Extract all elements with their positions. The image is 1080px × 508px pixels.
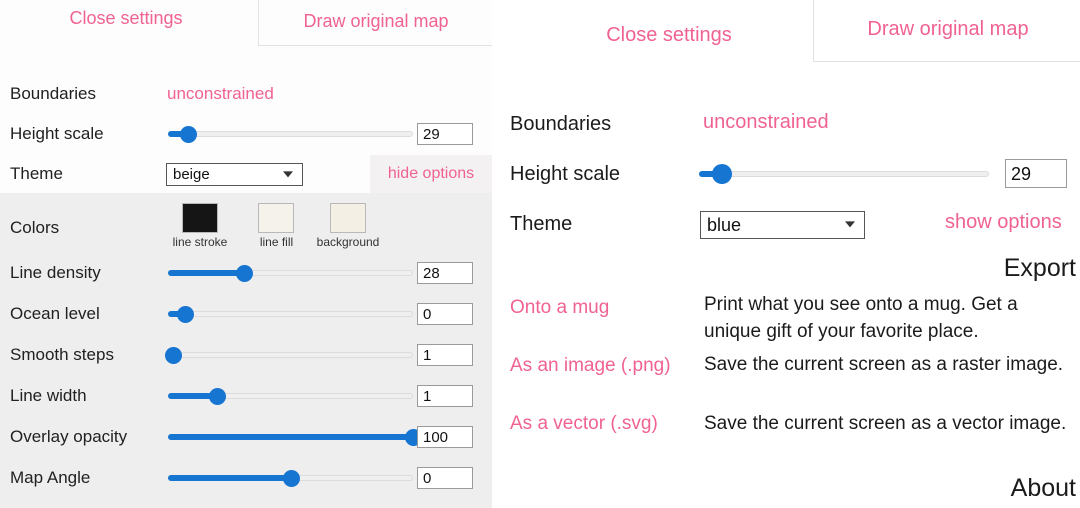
slider-track	[168, 131, 413, 137]
row-map-angle: Map Angle 0	[0, 458, 492, 498]
slider-fill	[168, 475, 291, 481]
slider-thumb[interactable]	[282, 470, 300, 487]
swatch-line-fill-caption: line fill	[259, 235, 294, 249]
left-settings-panel: Close settings Draw original map Boundar…	[0, 0, 492, 508]
row-height-scale-left: Height scale 29	[0, 114, 492, 154]
slider-thumb[interactable]	[209, 388, 226, 405]
smooth-steps-value[interactable]: 1	[417, 344, 473, 366]
swatch-line-fill[interactable]	[258, 203, 294, 233]
line-width-slider[interactable]	[168, 386, 413, 406]
slider-thumb[interactable]	[164, 347, 182, 364]
export-desc-svg: Save the current screen as a vector imag…	[704, 413, 1067, 434]
map-angle-value[interactable]: 0	[417, 467, 473, 489]
smooth-steps-label: Smooth steps	[10, 345, 114, 364]
line-width-label: Line width	[10, 386, 87, 405]
line-density-label: Line density	[10, 263, 101, 282]
height-scale-value-left[interactable]: 29	[417, 123, 473, 145]
slider-fill	[168, 270, 244, 276]
row-line-width: Line width 1	[0, 376, 492, 416]
chevron-down-icon	[283, 170, 293, 177]
swatch-line-stroke-caption: line stroke	[172, 235, 228, 249]
ocean-level-value[interactable]: 0	[417, 303, 473, 325]
slider-track	[699, 171, 989, 177]
line-width-value[interactable]: 1	[417, 385, 473, 407]
height-scale-label-left: Height scale	[10, 124, 104, 143]
export-desc-png: Save the current screen as a raster imag…	[704, 354, 1064, 375]
swatch-background-caption: background	[316, 235, 380, 249]
swatch-background[interactable]	[330, 203, 366, 233]
row-overlay-opacity: Overlay opacity 100	[0, 417, 492, 457]
line-density-slider[interactable]	[168, 263, 413, 283]
export-link-png[interactable]: As an image (.png)	[510, 352, 705, 379]
row-ocean-level: Ocean level 0	[0, 294, 492, 334]
theme-label-left: Theme	[10, 164, 63, 183]
row-line-density: Line density 28	[0, 253, 492, 293]
tab-close-settings-right[interactable]: Close settings	[544, 24, 794, 47]
chevron-down-icon	[845, 221, 855, 228]
tab-close-settings-left[interactable]: Close settings	[16, 8, 236, 29]
right-settings-panel: Close settings Draw original map Boundar…	[492, 0, 1080, 508]
tab-draw-original-map-right[interactable]: Draw original map	[813, 0, 1080, 62]
row-colors: Colors line stroke line fill background	[0, 203, 492, 249]
slider-track	[168, 311, 413, 317]
hide-options-label: hide options	[387, 165, 475, 182]
boundaries-label-left: Boundaries	[10, 84, 97, 103]
row-boundaries-left: Boundaries unconstrained	[0, 74, 492, 114]
height-scale-slider-right[interactable]	[699, 164, 989, 184]
line-density-value[interactable]: 28	[417, 262, 473, 284]
slider-track	[168, 352, 413, 358]
map-angle-slider[interactable]	[168, 468, 413, 488]
export-heading: Export	[1003, 254, 1076, 282]
boundaries-label-right: Boundaries	[510, 113, 612, 135]
slider-thumb[interactable]	[712, 164, 733, 184]
options-panel: Colors line stroke line fill background …	[0, 193, 492, 508]
overlay-opacity-label: Overlay opacity	[10, 427, 128, 446]
theme-select-value-right: blue	[707, 214, 742, 235]
theme-label-right: Theme	[510, 213, 573, 235]
export-desc-mug: Print what you see onto a mug. Get a uni…	[704, 294, 1018, 342]
theme-select-value-left: beige	[173, 166, 210, 183]
boundaries-value-right[interactable]: unconstrained	[703, 111, 829, 134]
theme-select-right[interactable]: blue	[700, 211, 865, 239]
export-link-svg[interactable]: As a vector (.svg)	[510, 410, 705, 437]
height-scale-slider-left[interactable]	[168, 124, 413, 144]
ocean-level-label: Ocean level	[10, 304, 100, 323]
theme-select-left[interactable]: beige	[166, 163, 303, 186]
slider-fill	[168, 434, 413, 440]
swatch-line-stroke[interactable]	[182, 203, 218, 233]
export-link-mug[interactable]: Onto a mug	[510, 294, 705, 321]
overlay-opacity-slider[interactable]	[168, 427, 422, 447]
slider-thumb[interactable]	[177, 306, 195, 323]
tab-draw-original-map-left[interactable]: Draw original map	[258, 0, 492, 46]
hide-options-button[interactable]: hide options	[370, 155, 492, 193]
smooth-steps-slider[interactable]	[164, 345, 413, 365]
map-angle-label: Map Angle	[10, 468, 91, 487]
ocean-level-slider[interactable]	[168, 304, 413, 324]
about-heading: About	[1010, 474, 1076, 502]
row-smooth-steps: Smooth steps 1	[0, 335, 492, 375]
height-scale-label-right: Height scale	[510, 163, 621, 185]
height-scale-value-right[interactable]: 29	[1005, 159, 1067, 188]
slider-thumb[interactable]	[179, 126, 197, 143]
overlay-opacity-value[interactable]: 100	[417, 426, 473, 448]
boundaries-value-left[interactable]: unconstrained	[167, 74, 274, 114]
show-options-button[interactable]: show options	[945, 211, 1062, 234]
slider-thumb[interactable]	[235, 265, 253, 282]
colors-label: Colors	[10, 218, 60, 237]
